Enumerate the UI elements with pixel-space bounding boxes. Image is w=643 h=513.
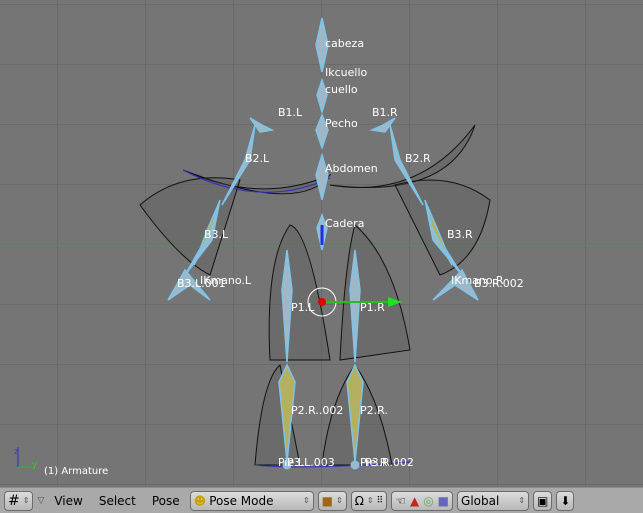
- bone-label: B1.L: [278, 106, 303, 119]
- draw-type-button[interactable]: ■ ⇕: [317, 490, 347, 511]
- collapse-menu-icon[interactable]: ▽: [37, 496, 44, 506]
- hand-icon[interactable]: ☜: [395, 494, 406, 508]
- limit-arc: [329, 124, 476, 188]
- object-status: (1) Armature: [44, 466, 109, 477]
- bone-label: P2.R..002: [291, 404, 344, 417]
- bone-label: B1.R: [372, 106, 398, 119]
- bone-label: P2.R.: [360, 404, 388, 417]
- mode-label: Pose Mode: [209, 493, 274, 508]
- render-icon: ▣: [537, 493, 549, 508]
- arrow-down-icon: ⬇: [560, 493, 571, 508]
- bone-label: P1.L: [291, 301, 315, 314]
- grid-icon: #: [8, 492, 20, 509]
- cube-icon: ■: [321, 493, 334, 508]
- bone-label: Pecho: [325, 117, 358, 130]
- pivot-point: [318, 298, 326, 306]
- bone-label: B2.R: [405, 152, 431, 165]
- orientation-select[interactable]: Global ⇕: [457, 490, 530, 511]
- pivot-button[interactable]: Ω ⇕ ⠿: [350, 490, 388, 511]
- orientation-label: Global: [461, 493, 500, 508]
- limit-arc: [394, 179, 491, 276]
- snap-icon[interactable]: ⠿: [377, 496, 384, 506]
- bone-label: P3.R.002: [365, 456, 414, 469]
- manipulator-group: ☜ ▲ ◎ ■: [391, 490, 454, 511]
- mode-select[interactable]: ☻ Pose Mode ⇕: [189, 490, 314, 511]
- scale-icon[interactable]: ■: [438, 494, 449, 508]
- pose-mode-icon: ☻: [193, 493, 207, 508]
- 3d-viewport[interactable]: cabeza Ikcuello cuello B1.L B1.R Pecho B…: [0, 0, 643, 487]
- copy-view-button[interactable]: ⬇: [556, 490, 575, 511]
- bone-label: cabeza: [325, 37, 365, 50]
- bone-label: B3.L.001: [177, 277, 226, 290]
- rotate-icon[interactable]: ◎: [423, 494, 433, 508]
- bone-label: P3.L.003: [287, 456, 335, 469]
- pivot-icon: Ω: [354, 493, 364, 508]
- menu-pose[interactable]: Pose: [146, 494, 186, 508]
- render-button[interactable]: ▣: [533, 490, 553, 511]
- bone-label: B3.R.002: [474, 277, 524, 290]
- bone-label: B2.L: [245, 152, 270, 165]
- bone-label: cuello: [325, 83, 358, 96]
- viewport-header: # ⇕ ▽ View Select Pose ☻ Pose Mode ⇕ ■ ⇕ Ω ⇕ ⠿…: [0, 487, 643, 513]
- bone-label: Ikcuello: [325, 66, 368, 79]
- axis-y-label: y: [32, 460, 38, 470]
- bone-label: B3.R: [447, 228, 473, 241]
- bone-label: Cadera: [325, 217, 365, 230]
- bone-label: Abdomen: [325, 162, 378, 175]
- bone-label: B3.L: [204, 228, 229, 241]
- editor-type-button[interactable]: # ⇕: [4, 490, 34, 511]
- limit-arc: [139, 177, 241, 276]
- menu-view[interactable]: View: [48, 494, 88, 508]
- translate-icon[interactable]: ▲: [410, 494, 419, 508]
- bone-label: P1.R: [360, 301, 385, 314]
- axis-z-label: z: [14, 447, 19, 457]
- menu-select[interactable]: Select: [93, 494, 142, 508]
